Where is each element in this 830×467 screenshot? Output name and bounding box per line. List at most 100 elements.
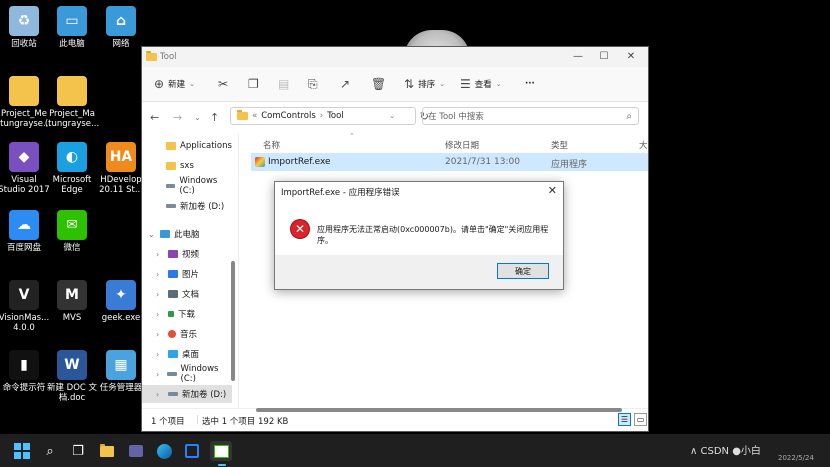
breadcrumb-tool[interactable]: Tool (327, 111, 344, 121)
sidebar-item[interactable]: › 图片 (142, 265, 232, 283)
scissors-icon: ✂ (218, 77, 229, 91)
folder-icon (146, 51, 157, 61)
up-button[interactable]: ↑ (210, 108, 219, 126)
start-button[interactable] (12, 441, 32, 461)
sidebar-scrollbar[interactable] (231, 261, 235, 381)
chevron-right-icon[interactable]: › (156, 290, 164, 299)
network-icon: ⌂ (106, 6, 136, 36)
trash-icon: 🗑 (371, 77, 387, 91)
chevron-right-icon[interactable]: › (156, 390, 164, 399)
arrow-left-icon: ← (150, 110, 160, 124)
active-indicator (218, 464, 226, 466)
desktop-icon[interactable]: W 新建 DOC 文 档.doc (44, 350, 100, 403)
share-button[interactable]: ↗ (340, 75, 350, 93)
geek-icon: ✦ (106, 280, 136, 310)
sidebar-item[interactable]: ⌄ 此电脑 (142, 225, 232, 243)
search-button[interactable]: ⌕ (40, 441, 60, 461)
exe-icon (255, 157, 265, 167)
more-button[interactable]: ··· (525, 75, 535, 93)
app-taskbar-button[interactable] (182, 441, 202, 461)
item-count: 1 个项目 (151, 417, 185, 427)
sidebar-item[interactable]: 新加卷 (D:) (142, 197, 232, 215)
sidebar-item[interactable]: › 桌面 (142, 345, 232, 363)
chevron-down-icon: ⌄ (189, 80, 195, 88)
chevron-right-icon[interactable]: › (156, 250, 164, 259)
desktop-icon[interactable]: ▭ 此电脑 (44, 6, 100, 49)
sidebar-item[interactable]: Applications (142, 137, 232, 155)
address-bar[interactable]: « ComControls › Tool ⌄ ↻ (230, 107, 429, 125)
arrow-right-icon: → (173, 110, 183, 124)
edge-icon (156, 443, 172, 459)
column-name[interactable]: 名称 (263, 139, 280, 151)
file-explorer-taskbar-button[interactable] (97, 441, 117, 461)
dialog-close-button[interactable]: ✕ (548, 184, 557, 197)
title-bar[interactable]: Tool — ☐ ✕ (142, 47, 648, 67)
column-type[interactable]: 类型 (551, 139, 568, 151)
importref-taskbar-button[interactable] (210, 441, 232, 461)
rename-button[interactable]: ⎘ (308, 75, 318, 93)
column-date[interactable]: 修改日期 (445, 139, 479, 151)
desktop-icon[interactable]: ⌂ 网络 (93, 6, 149, 49)
clock[interactable]: 2022/5/24 (778, 454, 814, 462)
recent-locations-button[interactable]: ⌄ (194, 108, 201, 126)
paste-button[interactable]: ▤ (278, 75, 289, 93)
navigation-pane: Applications sxs Windows (C:) 新加卷 (D:) ⌄ 此电脑 ›… (142, 133, 239, 410)
delete-button[interactable]: 🗑 (371, 75, 386, 93)
search-icon: ⌕ (626, 110, 632, 122)
sidebar-item[interactable]: › 新加卷 (D:) (142, 385, 232, 403)
sidebar-item-label: 此电脑 (174, 230, 200, 240)
chevron-right-icon[interactable]: › (156, 370, 163, 379)
video-icon (168, 250, 178, 258)
chevron-down-icon[interactable]: ⌄ (389, 112, 395, 120)
sidebar-item[interactable]: › 下载 (142, 305, 232, 323)
maximize-button[interactable]: ☐ (593, 49, 615, 65)
file-type: 应用程序 (551, 160, 588, 170)
task-view-button[interactable]: ❐ (68, 441, 88, 461)
windows-icon (14, 443, 30, 459)
view-button[interactable]: ☰ 查看 ⌄ (460, 75, 502, 93)
edge-taskbar-button[interactable] (154, 441, 174, 461)
sidebar-item[interactable]: › 音乐 (142, 325, 232, 343)
close-button[interactable]: ✕ (620, 49, 642, 65)
tiles-view-icon[interactable]: ▭ (634, 413, 647, 426)
chevron-right-icon[interactable]: › (156, 330, 164, 339)
sidebar-item[interactable]: Windows (C:) (142, 176, 232, 196)
details-view-icon[interactable]: ☰ (618, 413, 631, 426)
forward-button[interactable]: → (173, 108, 182, 126)
desktop-icon[interactable]: Project_Ma (tungrayse... (44, 76, 100, 129)
chevron-right-icon[interactable]: › (156, 270, 164, 279)
search-input[interactable]: 在 Tool 中搜索 ⌕ (422, 107, 639, 125)
desktop-icon[interactable]: M MVS (44, 280, 100, 323)
sidebar-item[interactable]: › Windows (C:) (142, 364, 232, 384)
copy-button[interactable]: ❐ (248, 75, 259, 93)
table-row[interactable]: ImportRef.exe 2021/7/31 13:00 应用程序 (251, 153, 648, 171)
paste-icon: ▤ (278, 77, 290, 91)
sidebar-item[interactable]: › 文档 (142, 285, 232, 303)
sidebar-item[interactable]: › 视频 (142, 245, 232, 263)
drive-icon (167, 372, 177, 376)
file-list-scrollbar[interactable] (256, 408, 622, 412)
new-button[interactable]: ⊕ 新建 ⌄ (154, 75, 195, 93)
edge-icon: ◐ (57, 142, 87, 172)
sidebar-item-label: 下载 (178, 310, 196, 320)
mvs-icon: M (57, 280, 87, 310)
chevron-right-icon[interactable]: › (156, 310, 164, 319)
chat-taskbar-button[interactable] (126, 441, 146, 461)
sidebar-item[interactable]: sxs (142, 157, 232, 175)
ok-button[interactable]: 确定 (497, 263, 549, 279)
sidebar-item-label: Applications (180, 141, 232, 151)
chevron-down-icon: ⌄ (439, 80, 445, 88)
chevron-down-icon[interactable]: ⌄ (148, 230, 156, 239)
sort-button[interactable]: ⇅ 排序 ⌄ (404, 75, 445, 93)
chevron-right-icon[interactable]: › (156, 350, 164, 359)
desktop-icon[interactable]: ◐ Microsoft Edge (44, 142, 100, 195)
desktop-icon[interactable]: ✉ 微信 (44, 210, 100, 253)
minimize-button[interactable]: — (567, 49, 589, 65)
drive-icon (166, 184, 176, 188)
breadcrumb-comcontrols[interactable]: ComControls (261, 111, 316, 121)
cut-button[interactable]: ✂ (218, 75, 228, 93)
sidebar-item-label: sxs (180, 161, 194, 171)
file-date: 2021/7/31 13:00 (445, 157, 520, 167)
back-button[interactable]: ← (150, 108, 159, 126)
tray-text[interactable]: ∧ CSDN ●小白 (690, 442, 761, 457)
